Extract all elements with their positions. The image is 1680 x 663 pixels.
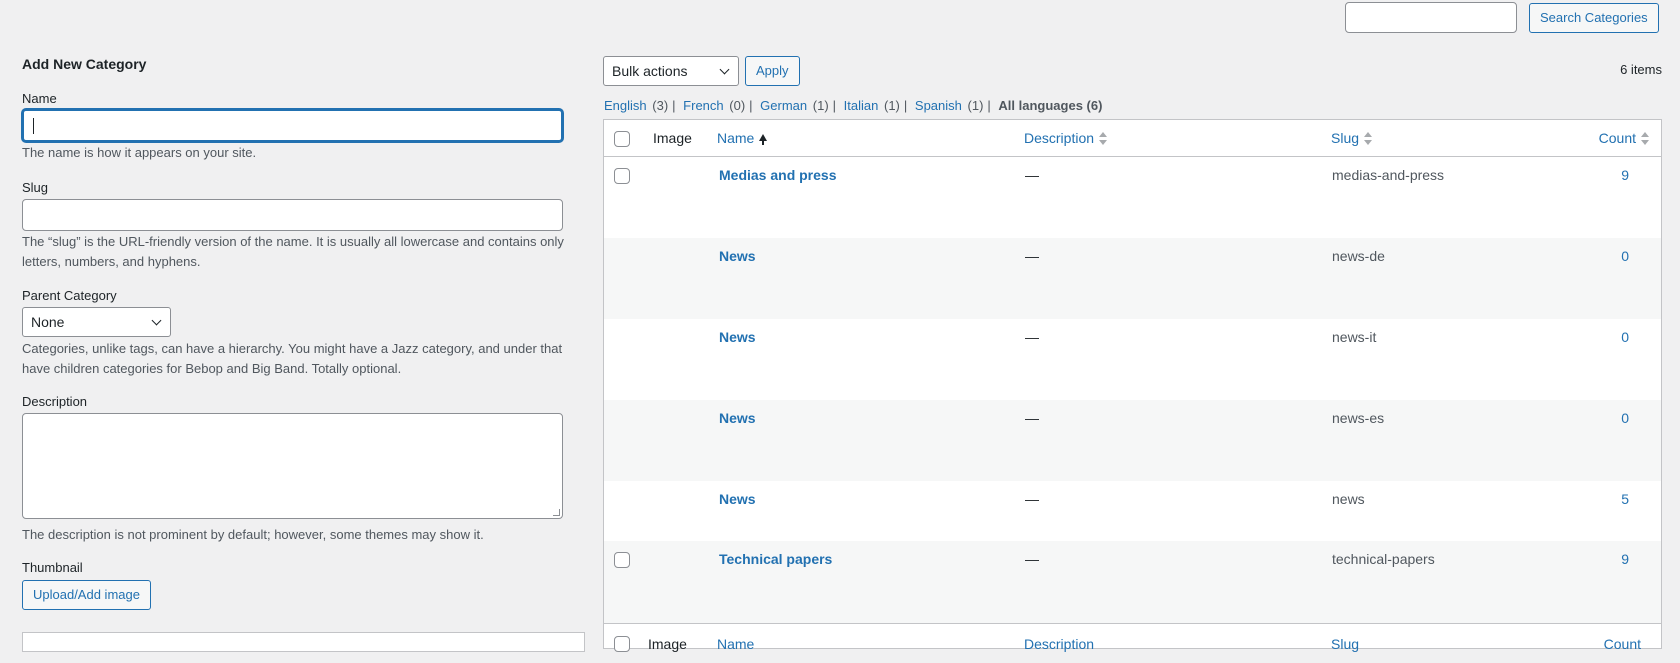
category-slug: medias-and-press [1332, 167, 1445, 183]
apply-button[interactable]: Apply [745, 56, 800, 86]
column-name-label: Name [717, 130, 755, 146]
column-count[interactable]: Count [1599, 130, 1649, 146]
language-count: (1) [967, 98, 984, 113]
column-name[interactable]: Name [717, 130, 768, 146]
slug-input[interactable] [22, 199, 563, 231]
language-link-italian[interactable]: Italian [844, 98, 879, 113]
table-row: News — news 5 [604, 481, 1661, 541]
column-description[interactable]: Description [1024, 130, 1108, 146]
table-row: News — news-de 0 [604, 238, 1661, 319]
parent-category-select[interactable]: None [22, 307, 171, 337]
thumbnail-label: Thumbnail [22, 560, 83, 575]
upload-image-button[interactable]: Upload/Add image [22, 580, 151, 610]
parent-category-label: Parent Category [22, 288, 117, 303]
table-row: News — news-it 0 [604, 319, 1661, 400]
category-count-link[interactable]: 0 [1621, 248, 1629, 264]
name-input[interactable] [22, 109, 563, 142]
sort-icon [1364, 132, 1373, 146]
description-hint: The description is not prominent by defa… [22, 527, 484, 542]
category-description: — [1025, 491, 1039, 507]
category-description: — [1025, 410, 1039, 426]
category-name-link[interactable]: News [719, 329, 756, 345]
search-input[interactable] [1345, 2, 1517, 33]
category-count-link[interactable]: 9 [1621, 167, 1629, 183]
description-textarea[interactable] [22, 413, 563, 519]
sort-ascending-icon [759, 132, 768, 146]
category-name-link[interactable]: Technical papers [719, 551, 832, 567]
language-count: (1) [812, 98, 829, 113]
column-slug[interactable]: Slug [1331, 130, 1373, 146]
table-row: News — news-es 0 [604, 400, 1661, 481]
column-name-footer[interactable]: Name [717, 636, 754, 652]
table-row: Technical papers — technical-papers 9 [604, 541, 1661, 623]
column-count-label: Count [1598, 130, 1636, 146]
row-checkbox[interactable] [614, 552, 630, 568]
language-link-german[interactable]: German [760, 98, 807, 113]
category-description: — [1025, 551, 1039, 567]
category-name-link[interactable]: News [719, 410, 756, 426]
category-name-link[interactable]: News [719, 491, 756, 507]
category-count-link[interactable]: 9 [1621, 551, 1629, 567]
parent-category-hint: Categories, unlike tags, can have a hier… [22, 341, 563, 376]
table-row: Medias and press — medias-and-press 9 [604, 157, 1661, 238]
category-slug: news-it [1332, 329, 1377, 345]
category-name-link[interactable]: Medias and press [719, 167, 837, 183]
column-description-footer[interactable]: Description [1024, 636, 1094, 652]
column-image: Image [653, 130, 692, 146]
category-count-link[interactable]: 0 [1621, 410, 1629, 426]
bulk-actions-value: Bulk actions [612, 63, 688, 79]
category-slug: technical-papers [1332, 551, 1435, 567]
category-slug: news [1332, 491, 1365, 507]
sort-icon [1099, 132, 1108, 146]
select-all-checkbox-footer[interactable] [614, 636, 630, 652]
categories-table: Image Name Description Slug Count Medias… [603, 119, 1662, 652]
chevron-down-icon [151, 315, 162, 326]
search-categories-button[interactable]: Search Categories [1529, 3, 1659, 33]
slug-hint: The “slug” is the URL-friendly version o… [22, 234, 564, 269]
column-slug-footer[interactable]: Slug [1331, 636, 1359, 652]
language-link-all[interactable]: All languages (6) [998, 98, 1102, 113]
language-count: (3) [652, 98, 669, 113]
category-count-link[interactable]: 0 [1621, 329, 1629, 345]
language-link-spanish[interactable]: Spanish [915, 98, 962, 113]
table-header: Image Name Description Slug Count [604, 120, 1661, 157]
select-all-checkbox[interactable] [614, 131, 630, 147]
language-link-english[interactable]: English [604, 98, 647, 113]
slug-label: Slug [22, 180, 49, 195]
bulk-actions-select[interactable]: Bulk actions [603, 56, 739, 86]
language-link-french[interactable]: French [683, 98, 723, 113]
category-description: — [1025, 248, 1039, 264]
category-description: — [1025, 167, 1039, 183]
chevron-down-icon [719, 64, 730, 75]
language-count: (0) [729, 98, 746, 113]
table-footer: Image Name Description Slug Count [604, 623, 1661, 663]
sort-icon [1641, 132, 1649, 146]
column-count-footer[interactable]: Count [1604, 636, 1641, 652]
column-slug-label: Slug [1331, 130, 1360, 146]
category-slug: news-es [1332, 410, 1385, 426]
category-name-link[interactable]: News [719, 248, 756, 264]
language-count: (1) [884, 98, 900, 113]
description-label: Description [22, 394, 88, 409]
items-count: 6 items [1620, 62, 1662, 77]
resize-grip-icon[interactable] [553, 509, 560, 516]
column-description-label: Description [1024, 130, 1095, 146]
name-hint: The name is how it appears on your site. [22, 145, 257, 160]
column-image-footer: Image [648, 636, 687, 652]
category-description: — [1025, 329, 1039, 345]
language-filter: English (3) | French (0) | German (1) | Ita… [604, 98, 1103, 113]
form-title: Add New Category [22, 56, 147, 72]
parent-category-value: None [31, 314, 65, 330]
row-checkbox[interactable] [614, 168, 630, 184]
name-label: Name [22, 91, 57, 106]
category-slug: news-de [1332, 248, 1385, 264]
next-panel [22, 632, 585, 652]
category-count-link[interactable]: 5 [1621, 491, 1629, 507]
